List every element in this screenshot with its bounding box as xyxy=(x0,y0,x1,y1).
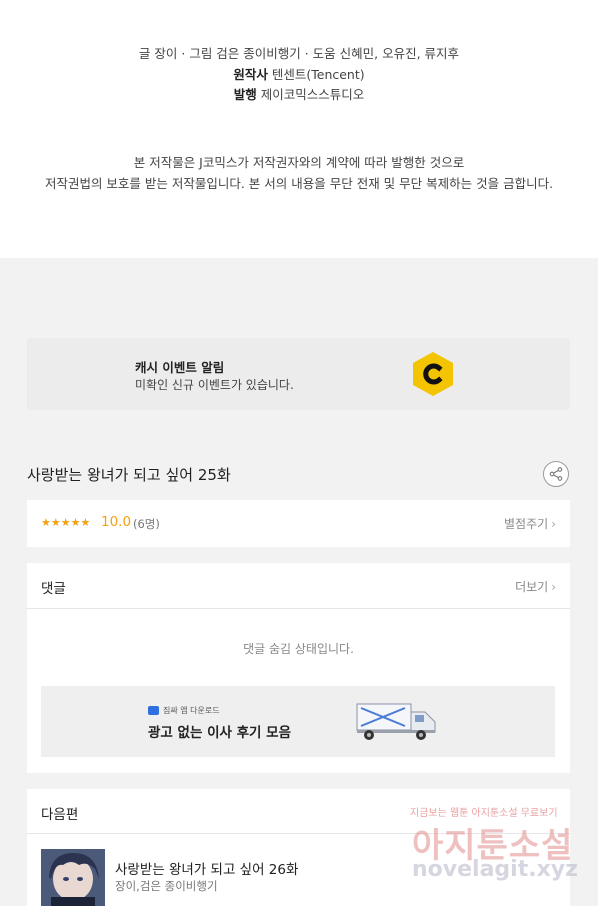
publisher-value: 제이코믹스스튜디오 xyxy=(260,87,365,102)
chevron-right-icon: › xyxy=(551,580,556,594)
chevron-right-icon: › xyxy=(551,517,556,531)
share-button[interactable] xyxy=(543,461,569,487)
ad-badge-text: 짐싸 앱 다운로드 xyxy=(163,706,220,715)
cash-event-banner[interactable]: 캐시 이벤트 알림 미확인 신규 이벤트가 있습니다. xyxy=(27,338,570,410)
credits-section: 글 장이 · 그림 검은 종이비행기 · 도움 신혜민, 오유진, 류지후 원작… xyxy=(0,0,598,258)
ad-text: 광고 없는 이사 후기 모음 xyxy=(148,725,291,741)
comments-more-button[interactable]: 더보기 › xyxy=(515,578,556,595)
next-episode-card: 다음편 사랑받는 왕녀가 되고 싶어 26화 장이,검은 종이비행기 xyxy=(27,789,570,906)
next-title: 다음편 xyxy=(41,807,79,823)
credits-original: 원작사 텐센트(Tencent) xyxy=(0,64,598,83)
copyright-line-1: 본 저작물은 J코믹스가 저작권자와의 계약에 따라 발행한 것으로 xyxy=(133,155,465,170)
truck-icon xyxy=(356,703,436,740)
original-label: 원작사 xyxy=(233,67,268,82)
comments-hidden-message: 댓글 숨김 상태입니다. xyxy=(243,642,354,656)
publisher-label: 발행 xyxy=(233,87,257,102)
rating-score: 10.0 xyxy=(101,514,132,530)
episode-title: 사랑받는 왕녀가 되고 싶어 25화 xyxy=(27,466,231,484)
divider xyxy=(27,833,570,834)
rating-card: ★★★★★ 10.0 (6명) 별점주기 › xyxy=(27,500,570,547)
cash-event-title: 캐시 이벤트 알림 xyxy=(135,360,225,375)
next-episode-thumbnail[interactable] xyxy=(41,849,105,906)
next-episode-title[interactable]: 사랑받는 왕녀가 되고 싶어 26화 xyxy=(115,858,298,878)
more-label: 더보기 xyxy=(515,580,549,594)
share-icon xyxy=(549,467,563,481)
app-badge-icon xyxy=(148,706,159,715)
next-episode-authors: 장이,검은 종이비행기 xyxy=(115,879,218,893)
thumbnail-image xyxy=(41,849,105,906)
original-value: 텐센트(Tencent) xyxy=(271,67,365,82)
comments-title: 댓글 xyxy=(41,581,66,597)
c-coin-icon xyxy=(413,352,453,396)
credits-authors: 글 장이 · 그림 검은 종이비행기 · 도움 신혜민, 오유진, 류지후 xyxy=(138,46,460,61)
credits-publisher: 발행 제이코믹스스튜디오 xyxy=(0,84,598,103)
comments-card: 댓글 더보기 › 댓글 숨김 상태입니다. 짐싸 앱 다운로드 광고 없는 이사 … xyxy=(27,563,570,773)
rate-button[interactable]: 별점주기 › xyxy=(504,515,556,532)
ad-banner[interactable]: 짐싸 앱 다운로드 광고 없는 이사 후기 모음 xyxy=(41,686,555,757)
rating-stars: ★★★★★ xyxy=(41,516,91,529)
copyright-line-2: 저작권법의 보호를 받는 저작물입니다. 본 서의 내용을 무단 전재 및 무단… xyxy=(44,176,554,191)
rating-count: (6명) xyxy=(133,517,160,531)
cash-event-subtitle: 미확인 신규 이벤트가 있습니다. xyxy=(135,378,294,392)
divider xyxy=(27,608,570,609)
rate-label: 별점주기 xyxy=(504,517,549,531)
